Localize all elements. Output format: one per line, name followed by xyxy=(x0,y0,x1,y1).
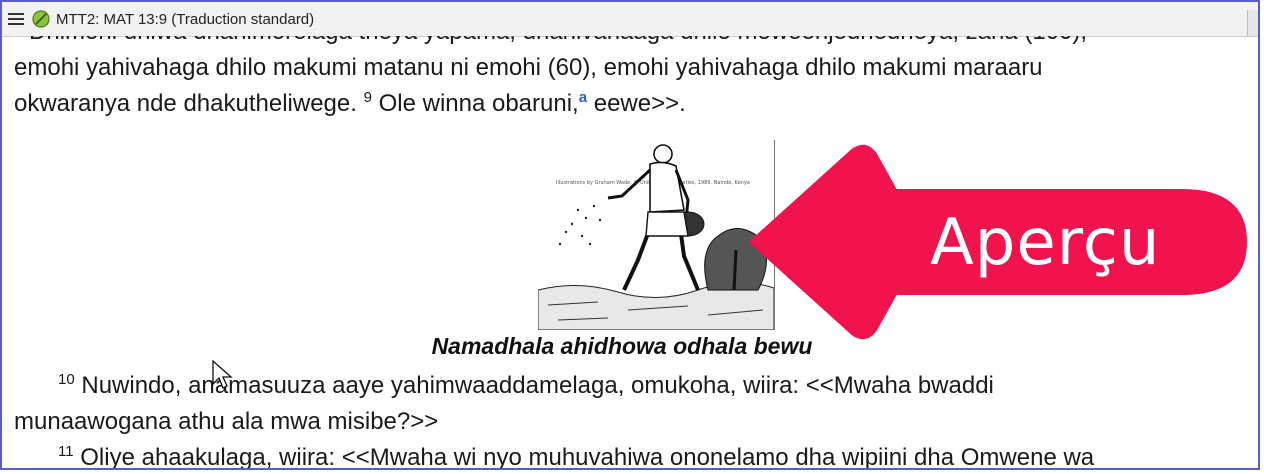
verse-line: munaawogana athu ala mwa misibe?>> xyxy=(14,408,439,435)
verse-line: 10 Nuwindo, anamasuuza aaye yahimwaaddam… xyxy=(14,368,994,404)
scripture-text: 8 Dhimoni dhiwa dhahimorelaga theya yapa… xyxy=(14,36,1244,122)
scrollbar[interactable] xyxy=(1247,10,1258,36)
verse-line: 8 Dhimoni dhiwa dhahimorelaga theya yapa… xyxy=(14,36,1244,50)
verse-number: 11 xyxy=(58,443,74,460)
verse-text: eewe>>. xyxy=(587,90,686,117)
verse-text: Dhimoni dhiwa dhahimorelaga theya yapama… xyxy=(29,36,1087,45)
callout-label: Aperçu xyxy=(930,206,1161,280)
verse-line: 11 Oliye ahaakulaga, wiira: <<Mwaha wi n… xyxy=(14,440,1095,470)
sower-illustration: Illustrations by Graham Wade, © United B… xyxy=(538,140,775,330)
verse-line: okwaranya nde dhakutheliwege. 9 Ole winn… xyxy=(14,86,1244,122)
verse-number: 10 xyxy=(58,371,75,388)
mouse-cursor-icon xyxy=(212,360,233,389)
verse-line: emohi yahivahaga dhilo makumi matanu ni … xyxy=(14,54,1043,81)
verse-number: 9 xyxy=(363,89,372,106)
verse-text: Ole winna obaruni, xyxy=(371,90,579,117)
verse-text: Oliye ahaakulaga, wiira: <<Mwaha wi nyo … xyxy=(73,444,1095,470)
leaf-icon xyxy=(32,10,50,28)
window-title: MTT2: MAT 13:9 (Traduction standard) xyxy=(56,10,315,28)
verse-text: okwaranya nde dhakutheliwege. xyxy=(14,90,364,117)
hamburger-menu-icon[interactable] xyxy=(8,13,24,25)
footnote-marker[interactable]: a xyxy=(579,89,587,106)
title-bar: MTT2: MAT 13:9 (Traduction standard) xyxy=(2,2,1258,37)
app-window: MTT2: MAT 13:9 (Traduction standard) 8 D… xyxy=(0,0,1260,470)
